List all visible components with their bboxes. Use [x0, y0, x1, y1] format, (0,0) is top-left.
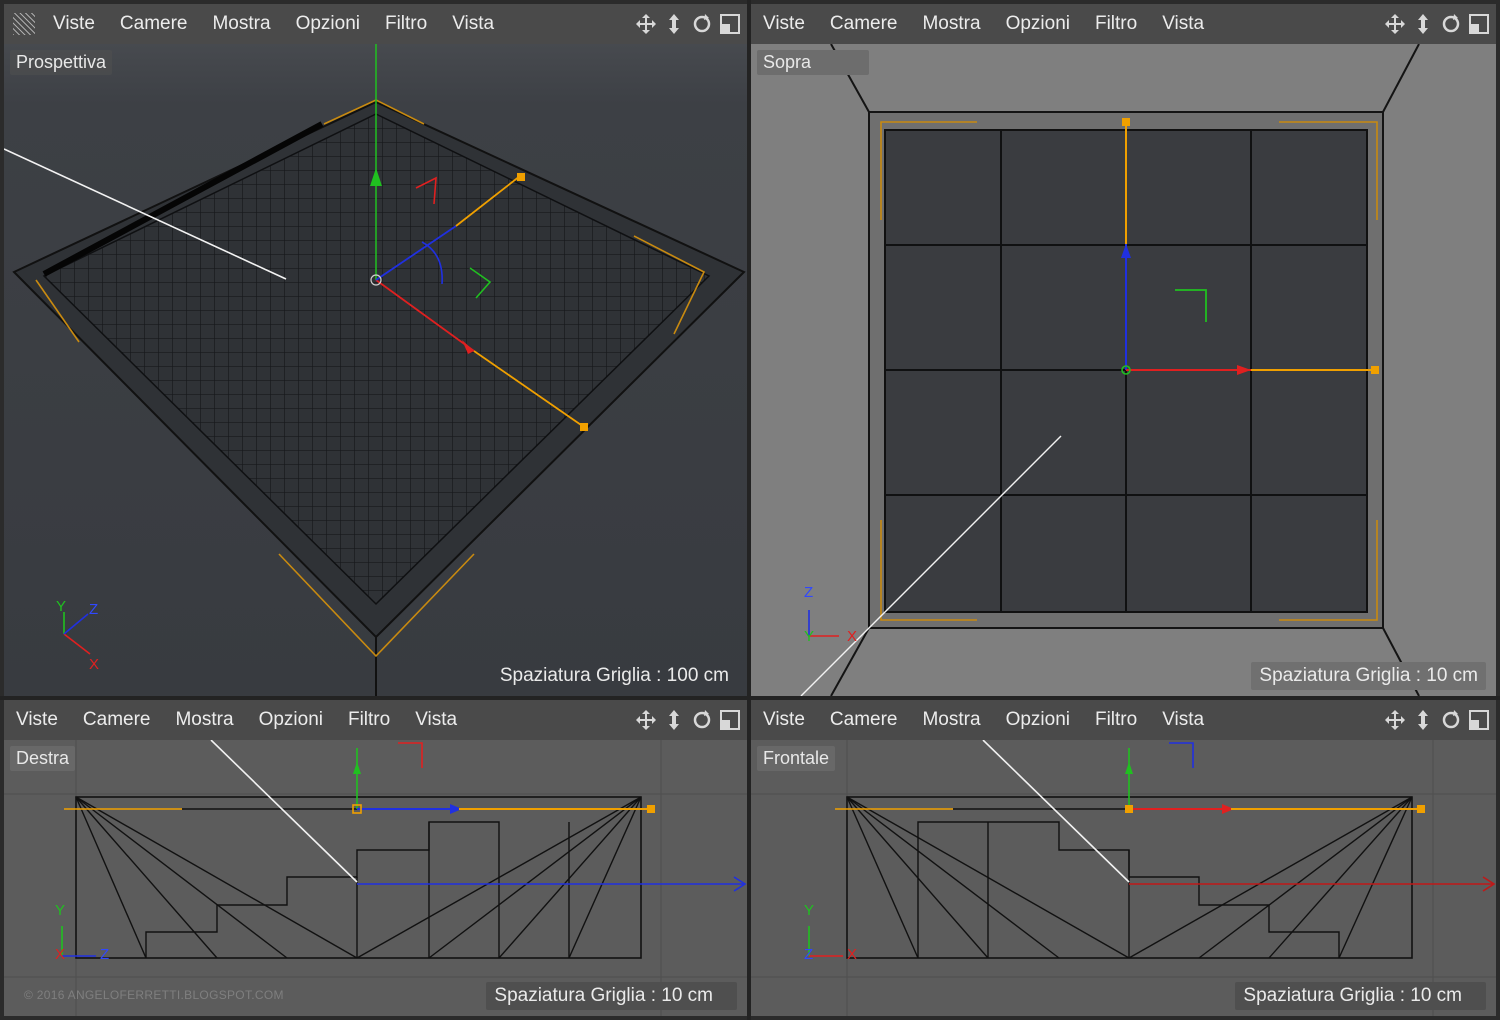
- view-tools: [635, 709, 741, 731]
- zoom-icon[interactable]: [1412, 709, 1434, 731]
- menu-opzioni[interactable]: Opzioni: [259, 709, 323, 731]
- menu-vista[interactable]: Vista: [452, 13, 494, 35]
- maximize-icon[interactable]: [1468, 709, 1490, 731]
- grid-spacing-readout: Spaziatura Griglia : 10 cm: [486, 982, 737, 1010]
- zoom-icon[interactable]: [663, 13, 685, 35]
- menu-filtro[interactable]: Filtro: [1095, 709, 1137, 731]
- view-tools: [1384, 709, 1490, 731]
- axis-label-z: Z: [804, 946, 814, 963]
- menu-vista[interactable]: Vista: [1162, 709, 1204, 731]
- menu-viste[interactable]: Viste: [763, 709, 805, 731]
- axis-label-x: X: [55, 946, 66, 963]
- menu-camere[interactable]: Camere: [83, 709, 151, 731]
- menu-mostra[interactable]: Mostra: [922, 13, 980, 35]
- watermark: © 2016 ANGELOFERRETTI.BLOGSPOT.COM: [24, 988, 284, 1002]
- move-icon[interactable]: [635, 709, 657, 731]
- viewport-label[interactable]: Frontale: [757, 746, 836, 771]
- axis-label-y: Y: [804, 628, 815, 645]
- axis-label-y: Y: [55, 902, 66, 919]
- move-icon[interactable]: [635, 13, 657, 35]
- viewport-top[interactable]: Viste Camere Mostra Opzioni Filtro Vista: [751, 4, 1496, 696]
- view-tools: [635, 13, 741, 35]
- viewport-canvas[interactable]: Y Z X: [751, 740, 1496, 1016]
- axis-label-z: Z: [100, 946, 110, 963]
- view-tools: [1384, 13, 1490, 35]
- viewport-perspective[interactable]: Viste Camere Mostra Opzioni Filtro Vista: [4, 4, 747, 696]
- viewport-label[interactable]: Sopra: [757, 50, 870, 75]
- viewport-right[interactable]: Viste Camere Mostra Opzioni Filtro Vista: [4, 700, 747, 1016]
- viewport-label[interactable]: Prospettiva: [10, 50, 113, 75]
- grid-spacing-readout: Spaziatura Griglia : 10 cm: [1251, 662, 1486, 690]
- menu-filtro[interactable]: Filtro: [348, 709, 390, 731]
- viewport-canvas[interactable]: Y Z X: [4, 44, 747, 696]
- menu-mostra[interactable]: Mostra: [922, 709, 980, 731]
- menu-mostra[interactable]: Mostra: [212, 13, 270, 35]
- menu-viste[interactable]: Viste: [763, 13, 805, 35]
- menu-filtro[interactable]: Filtro: [385, 13, 427, 35]
- move-icon[interactable]: [1384, 13, 1406, 35]
- menu-opzioni[interactable]: Opzioni: [296, 13, 360, 35]
- axis-label-y: Y: [56, 598, 67, 615]
- top-scene: [800, 44, 1420, 696]
- viewport-label[interactable]: Destra: [10, 746, 76, 771]
- menu-camere[interactable]: Camere: [120, 13, 188, 35]
- menu-camere[interactable]: Camere: [830, 13, 898, 35]
- perspective-scene: [4, 44, 746, 696]
- menu-vista[interactable]: Vista: [1162, 13, 1204, 35]
- viewport-menubar: Viste Camere Mostra Opzioni Filtro Vista: [751, 4, 1496, 44]
- axis-label-z: Z: [804, 584, 814, 601]
- menu-filtro[interactable]: Filtro: [1095, 13, 1137, 35]
- panel-grip-icon[interactable]: [13, 13, 35, 35]
- menu-camere[interactable]: Camere: [830, 709, 898, 731]
- menu-viste[interactable]: Viste: [16, 709, 58, 731]
- rotate-icon[interactable]: [1440, 13, 1462, 35]
- viewport-front[interactable]: Viste Camere Mostra Opzioni Filtro Vista: [751, 700, 1496, 1016]
- viewport-divider-horizontal[interactable]: [0, 696, 1500, 700]
- zoom-icon[interactable]: [663, 709, 685, 731]
- move-icon[interactable]: [1384, 709, 1406, 731]
- viewport-canvas[interactable]: Y X Z: [4, 740, 747, 1016]
- maximize-icon[interactable]: [719, 709, 741, 731]
- menu-opzioni[interactable]: Opzioni: [1006, 13, 1070, 35]
- right-scene: [4, 740, 747, 1016]
- viewport-canvas[interactable]: Z Y X: [751, 44, 1496, 696]
- menu-mostra[interactable]: Mostra: [175, 709, 233, 731]
- axis-label-y: Y: [804, 902, 815, 919]
- viewport-divider-vertical[interactable]: [747, 0, 751, 1020]
- rotate-icon[interactable]: [1440, 709, 1462, 731]
- axis-label-x: X: [847, 946, 858, 963]
- menu-viste[interactable]: Viste: [53, 13, 95, 35]
- axis-label-z: Z: [89, 601, 99, 618]
- menu-vista[interactable]: Vista: [415, 709, 457, 731]
- axis-label-x: X: [847, 628, 858, 645]
- grid-spacing-readout: Spaziatura Griglia : 10 cm: [1235, 982, 1486, 1010]
- axis-label-x: X: [89, 656, 100, 673]
- menu-opzioni[interactable]: Opzioni: [1006, 709, 1070, 731]
- zoom-icon[interactable]: [1412, 13, 1434, 35]
- viewport-menubar: Viste Camere Mostra Opzioni Filtro Vista: [751, 700, 1496, 740]
- rotate-icon[interactable]: [691, 13, 713, 35]
- maximize-icon[interactable]: [1468, 13, 1490, 35]
- viewport-menubar: Viste Camere Mostra Opzioni Filtro Vista: [4, 700, 747, 740]
- grid-spacing-readout: Spaziatura Griglia : 100 cm: [499, 665, 729, 686]
- viewport-menubar: Viste Camere Mostra Opzioni Filtro Vista: [4, 4, 747, 44]
- maximize-icon[interactable]: [719, 13, 741, 35]
- rotate-icon[interactable]: [691, 709, 713, 731]
- front-scene: [751, 740, 1496, 1016]
